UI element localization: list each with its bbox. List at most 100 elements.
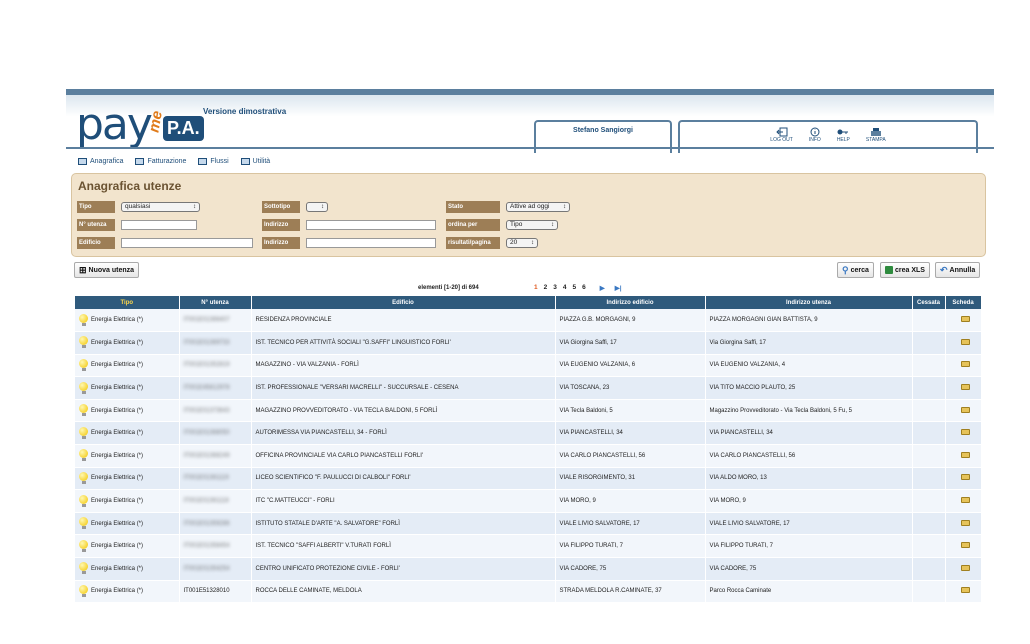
- key-icon: [837, 129, 849, 135]
- table-row[interactable]: Energia Elettrica (*) IT001E01373643 MAGAZ…: [75, 399, 982, 423]
- table-row[interactable]: Energia Elettrica (*) IT001E01361119 LICEO…: [75, 467, 982, 491]
- cell-indirizzo-edificio: VIA MORO, 9: [555, 489, 706, 513]
- page-link[interactable]: 5: [573, 284, 577, 292]
- app-window: pay me P.A. Versione dimostrativa Stefan…: [66, 89, 994, 614]
- ordina-select[interactable]: Tipo: [506, 220, 558, 230]
- last-page-icon[interactable]: ▶|: [615, 284, 622, 292]
- cell-scheda[interactable]: [945, 309, 982, 333]
- search-button[interactable]: ⚲ cerca: [837, 262, 874, 278]
- table-row[interactable]: Energia Elettrica (*) IT001E01368249 OFFIC…: [75, 444, 982, 468]
- table-row[interactable]: Energia Elettrica (*) IT001E01354254 CENTR…: [75, 557, 982, 581]
- col-indirizzo-utenza[interactable]: Indirizzo utenza: [705, 296, 913, 309]
- cell-indirizzo-edificio: PIAZZA G.B. MORGAGNI, 9: [555, 309, 706, 333]
- table-row[interactable]: Energia Elettrica (*) IT001E01368050 AUTOR…: [75, 421, 982, 446]
- folder-icon[interactable]: [960, 338, 970, 345]
- folder-icon[interactable]: [960, 519, 970, 526]
- folder-icon[interactable]: [960, 542, 970, 549]
- cell-scheda[interactable]: [945, 331, 982, 355]
- nav-fatturazione[interactable]: Fatturazione: [135, 157, 186, 165]
- sottotipo-select[interactable]: [306, 202, 328, 212]
- col-cessata[interactable]: Cessata: [912, 296, 946, 309]
- cell-n-utenza: IT001E01352819: [179, 354, 252, 378]
- table-row[interactable]: Energia Elettrica (*) IT001E01366407 RESID…: [75, 309, 982, 333]
- cancel-button[interactable]: ↶ Annulla: [935, 262, 981, 278]
- cell-indirizzo-utenza: VIA ALDO MORO, 13: [705, 467, 913, 491]
- nav-utilita[interactable]: Utilità: [240, 157, 270, 165]
- cell-scheda[interactable]: [945, 580, 982, 604]
- next-page-icon[interactable]: ▶: [600, 284, 605, 292]
- table-row[interactable]: Energia Elettrica (*) IT001E01358454 IST. …: [75, 534, 982, 559]
- logout-button[interactable]: LOG OUT: [770, 127, 793, 153]
- cell-edificio: ISTITUTO STATALE D'ARTE "A. SALVATORE" F…: [251, 512, 556, 536]
- col-scheda[interactable]: Scheda: [945, 296, 982, 309]
- folder-icon[interactable]: [960, 406, 970, 413]
- info-button[interactable]: INFO: [809, 127, 821, 153]
- cell-n-utenza: IT001E01359286: [179, 512, 252, 536]
- folder-icon[interactable]: [960, 564, 970, 571]
- page-link[interactable]: 1: [534, 284, 538, 292]
- table-row[interactable]: Energia Elettrica (*) IT001E01359286 ISTIT…: [75, 512, 982, 536]
- n-utenza-input[interactable]: [121, 220, 197, 230]
- cell-tipo: Energia Elettrica (*): [75, 580, 180, 604]
- tipo-select[interactable]: qualsiasi: [121, 202, 200, 212]
- cell-n-utenza: IT001E01354254: [179, 557, 252, 581]
- indirizzo-utenza-input[interactable]: [306, 238, 436, 248]
- xls-button[interactable]: crea XLS: [880, 262, 930, 278]
- cell-indirizzo-utenza: VIA CADORE, 75: [705, 557, 913, 581]
- cell-scheda[interactable]: [945, 557, 982, 581]
- page-link[interactable]: 6: [582, 284, 586, 292]
- page-link[interactable]: 2: [544, 284, 548, 292]
- calendar-icon: [135, 157, 145, 165]
- cell-cessata: [912, 557, 946, 581]
- folder-icon[interactable]: [960, 384, 970, 391]
- cell-scheda[interactable]: [945, 534, 982, 559]
- indirizzo-input[interactable]: [306, 220, 436, 230]
- cell-scheda[interactable]: [945, 444, 982, 468]
- cell-scheda[interactable]: [945, 421, 982, 446]
- folder-icon[interactable]: [960, 451, 970, 458]
- cell-indirizzo-utenza: Magazzino Provveditorato - Via Tecla Bal…: [705, 399, 913, 423]
- cell-scheda[interactable]: [945, 489, 982, 513]
- cell-scheda[interactable]: [945, 376, 982, 400]
- cell-tipo: Energia Elettrica (*): [75, 489, 180, 513]
- help-button[interactable]: HELP: [837, 127, 850, 153]
- edificio-input[interactable]: [121, 238, 253, 248]
- table-row[interactable]: Energia Elettrica (*) IT001E01369733 IST. …: [75, 331, 982, 355]
- nav-flussi[interactable]: Flussi: [198, 157, 229, 165]
- stato-select[interactable]: Attive ad oggi: [506, 202, 570, 212]
- lightbulb-icon: [79, 381, 88, 395]
- col-n-utenza[interactable]: N° utenza: [179, 296, 252, 309]
- cell-indirizzo-edificio: VIA CADORE, 75: [555, 557, 706, 581]
- new-utenza-button[interactable]: ⊞ Nuova utenza: [74, 262, 140, 278]
- pager: elementi [1-20] di 694 1 2 3 4 5 6 ▶ ▶|: [66, 283, 994, 294]
- cell-tipo: Energia Elettrica (*): [75, 444, 180, 468]
- nav-anagrafica[interactable]: Anagrafica: [78, 157, 123, 165]
- folder-icon[interactable]: [960, 316, 970, 323]
- table-row[interactable]: Energia Elettrica (*) IT001E01352819 MAGAZ…: [75, 354, 982, 378]
- print-button[interactable]: STAMPA: [866, 127, 886, 153]
- folder-icon[interactable]: [960, 361, 970, 368]
- page-link[interactable]: 4: [563, 284, 567, 292]
- cell-scheda[interactable]: [945, 512, 982, 536]
- edificio-label: Edificio: [77, 237, 115, 249]
- table-header: Tipo N° utenza Edificio Indirizzo edific…: [75, 296, 982, 309]
- col-edificio[interactable]: Edificio: [251, 296, 556, 309]
- lightbulb-icon: [79, 313, 88, 327]
- risultati-select[interactable]: 20: [506, 238, 538, 248]
- table-row[interactable]: Energia Elettrica (*) IT001E51328010 ROCCA…: [75, 580, 982, 604]
- page-link[interactable]: 3: [553, 284, 557, 292]
- cell-scheda[interactable]: [945, 399, 982, 423]
- table-row[interactable]: Energia Elettrica (*) IT001E01361118 ITC "…: [75, 489, 982, 513]
- folder-icon[interactable]: [960, 587, 970, 594]
- col-indirizzo-edificio[interactable]: Indirizzo edificio: [555, 296, 706, 309]
- folder-icon[interactable]: [960, 497, 970, 504]
- logo-me: me: [145, 109, 166, 134]
- folder-icon[interactable]: [960, 429, 970, 436]
- table-row[interactable]: Energia Elettrica (*) IT001E45812978 IST. …: [75, 376, 982, 400]
- cell-indirizzo-utenza: VIA CARLO PIANCASTELLI, 56: [705, 444, 913, 468]
- excel-icon: [885, 266, 893, 274]
- col-tipo[interactable]: Tipo: [75, 296, 180, 309]
- cell-scheda[interactable]: [945, 467, 982, 491]
- cell-scheda[interactable]: [945, 354, 982, 378]
- folder-icon[interactable]: [960, 474, 970, 481]
